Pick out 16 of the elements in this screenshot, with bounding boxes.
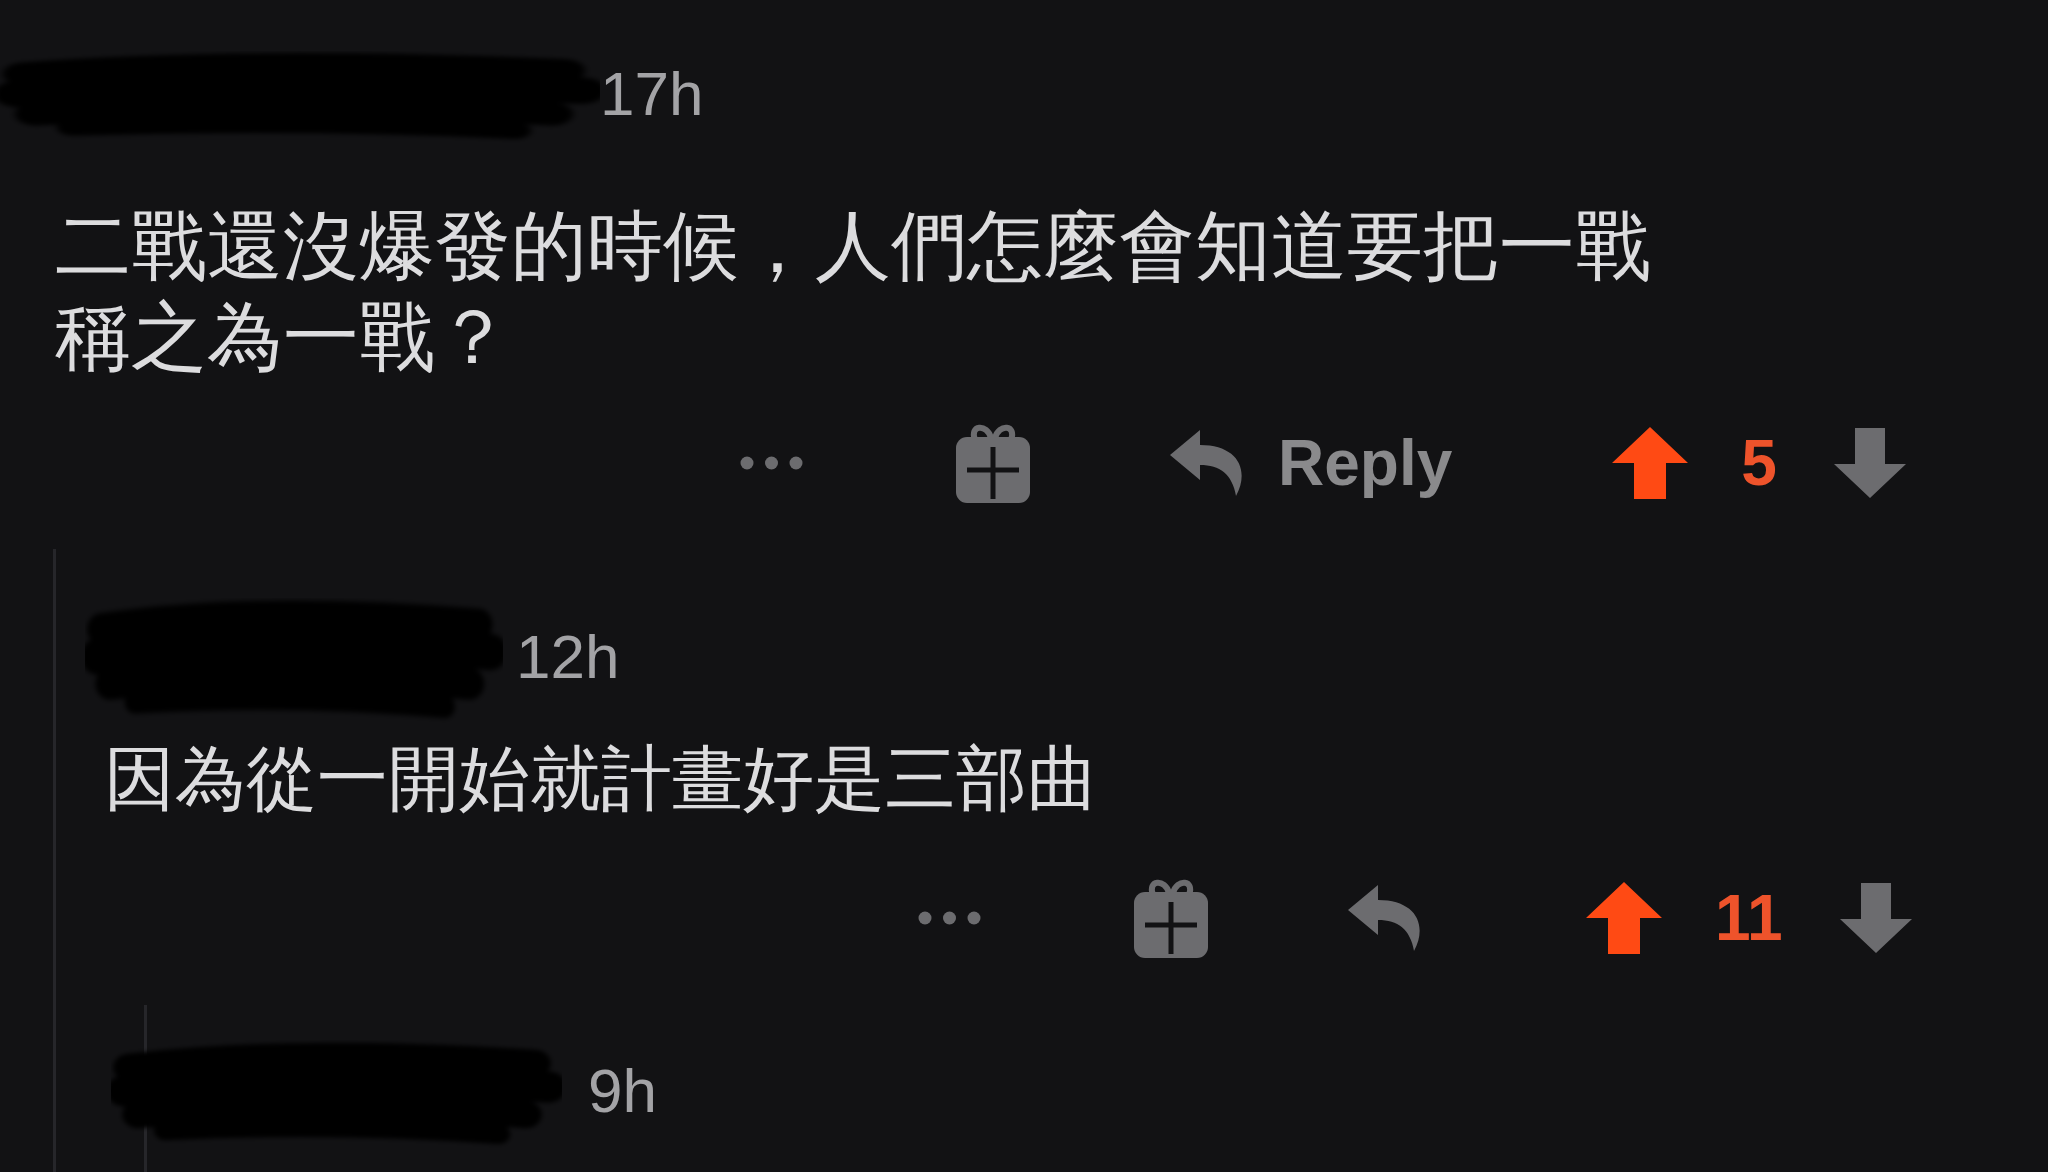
vote-score: 5 — [1741, 431, 1777, 495]
gift-icon[interactable] — [953, 423, 1033, 503]
more-options-icon[interactable] — [918, 911, 981, 925]
vote-score: 11 — [1715, 886, 1783, 950]
comment-time: 12h — [516, 625, 620, 688]
gift-icon[interactable] — [1131, 878, 1211, 958]
down-arrow-icon[interactable] — [1839, 883, 1912, 953]
comment-time: 17h — [600, 63, 704, 125]
comment-text: 因為從一開始就計畫好是三部曲 — [104, 738, 1099, 820]
comment-text: 二戰還沒爆發的時候，人們怎麼會知道要把一戰稱之為一戰？ — [55, 202, 1652, 381]
down-arrow-icon[interactable] — [1833, 428, 1906, 498]
more-options-icon[interactable] — [740, 456, 803, 470]
reply-button[interactable]: Reply — [1170, 430, 1453, 496]
comment-time: 9h — [588, 1060, 657, 1122]
up-arrow-icon[interactable] — [1586, 882, 1662, 954]
up-arrow-icon[interactable] — [1612, 427, 1689, 499]
